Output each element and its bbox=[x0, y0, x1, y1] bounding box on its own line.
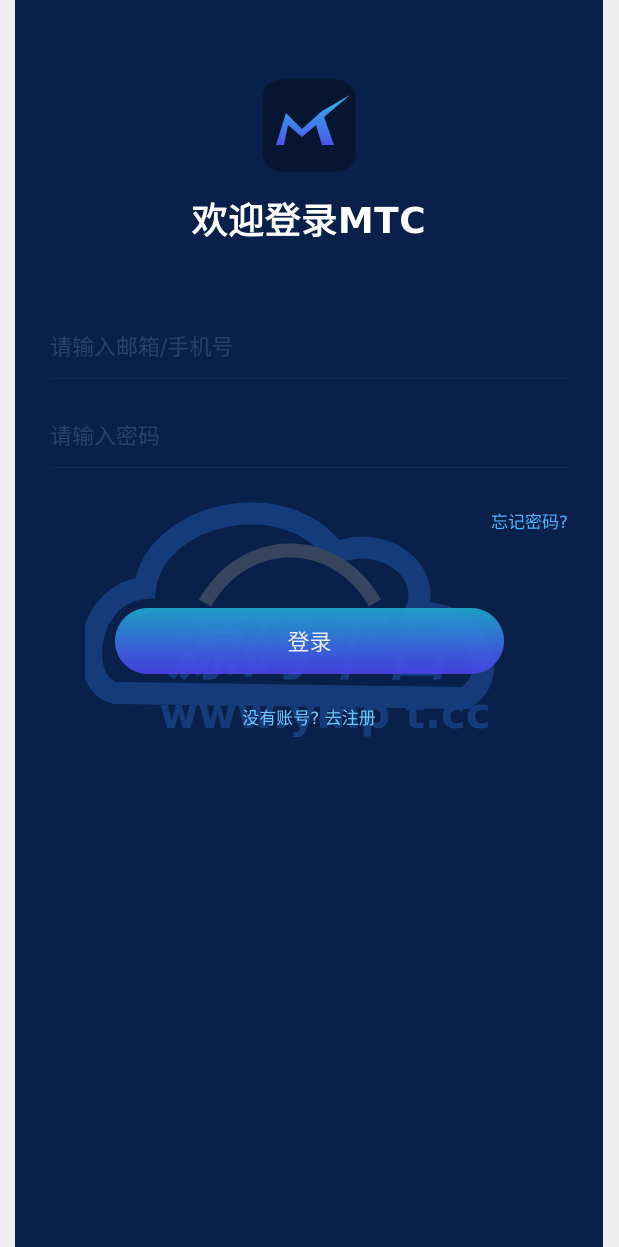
mtc-logo-icon bbox=[276, 95, 350, 145]
account-input[interactable] bbox=[50, 318, 568, 378]
password-input[interactable] bbox=[50, 407, 568, 467]
password-field bbox=[50, 407, 568, 468]
register-link[interactable]: 没有账号? 去注册 bbox=[15, 704, 603, 729]
app-logo bbox=[262, 79, 356, 172]
login-page: 欢迎登录MTC 忘记密码? 源码平台 www.ymp t.cc 登录 没有账号?… bbox=[15, 0, 603, 1247]
login-button[interactable]: 登录 bbox=[115, 608, 504, 674]
page-title: 欢迎登录MTC bbox=[191, 201, 427, 242]
account-field bbox=[50, 318, 568, 379]
